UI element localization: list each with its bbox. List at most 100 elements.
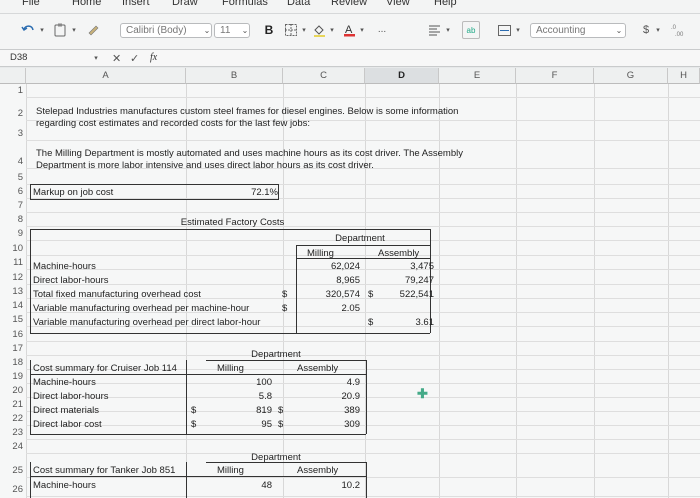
- currency-dropdown-icon[interactable]: ▾: [654, 26, 662, 34]
- cruiser-row-milling[interactable]: 819: [206, 405, 272, 417]
- est-row-assembly[interactable]: 3.61: [370, 317, 435, 329]
- tanker-row-label[interactable]: Machine-hours: [33, 480, 96, 492]
- row-header[interactable]: 12: [0, 272, 26, 283]
- intro-text-2[interactable]: regarding cost estimates and recorded co…: [36, 118, 310, 130]
- est-row-label[interactable]: Variable manufacturing overhead per mach…: [33, 303, 249, 315]
- merge-dropdown-icon[interactable]: ▾: [514, 26, 522, 34]
- est-row-label[interactable]: Direct labor-hours: [33, 275, 109, 287]
- name-box[interactable]: D38: [10, 52, 98, 65]
- row-header[interactable]: 22: [0, 413, 26, 424]
- tab-help[interactable]: Help: [434, 0, 457, 8]
- intro-text-1[interactable]: Stelepad Industries manufactures custom …: [36, 106, 458, 118]
- cruiser-row-assembly[interactable]: 4.9: [290, 377, 360, 389]
- cancel-icon[interactable]: ✕: [112, 52, 121, 65]
- function-icon[interactable]: fx: [150, 52, 157, 63]
- cruiser-row-milling[interactable]: 100: [206, 377, 272, 389]
- est-row-assembly[interactable]: 79,247: [370, 275, 434, 287]
- intro-text-4[interactable]: Department is more labor intensive and u…: [36, 160, 374, 172]
- cruiser-row-label[interactable]: Direct labor cost: [33, 419, 102, 431]
- merge-icon[interactable]: [496, 22, 512, 38]
- est-row-milling[interactable]: 8,965: [296, 275, 360, 287]
- row-header[interactable]: 21: [0, 399, 26, 410]
- borders-icon[interactable]: [284, 23, 298, 37]
- font-color-icon[interactable]: A: [342, 22, 356, 38]
- markup-label[interactable]: Markup on job cost: [33, 187, 113, 199]
- row-header[interactable]: 25: [0, 465, 26, 476]
- tab-view[interactable]: View: [386, 0, 410, 8]
- row-header[interactable]: 7: [0, 200, 26, 211]
- borders-dropdown-icon[interactable]: ▾: [300, 26, 308, 34]
- row-header[interactable]: 16: [0, 329, 26, 340]
- fill-color-icon[interactable]: [312, 22, 326, 38]
- intro-text-3[interactable]: The Milling Department is mostly automat…: [36, 148, 463, 160]
- column-header-c[interactable]: C: [283, 68, 365, 84]
- row-header[interactable]: 2: [0, 108, 26, 119]
- select-all-corner[interactable]: [0, 68, 26, 84]
- row-header[interactable]: 24: [0, 441, 26, 452]
- cruiser-row-label[interactable]: Direct materials: [33, 405, 99, 417]
- font-name-chevron-icon[interactable]: ⌄: [202, 24, 212, 36]
- row-header[interactable]: 9: [0, 228, 26, 239]
- est-row-label[interactable]: Total fixed manufacturing overhead cost: [33, 289, 201, 301]
- tab-home[interactable]: Home: [72, 0, 101, 8]
- row-header[interactable]: 26: [0, 484, 26, 495]
- tab-draw[interactable]: Draw: [172, 0, 198, 8]
- tab-data[interactable]: Data: [287, 0, 310, 8]
- cruiser-row-assembly[interactable]: 389: [290, 405, 360, 417]
- est-row-currency[interactable]: $: [282, 303, 287, 315]
- column-header-b[interactable]: B: [186, 68, 283, 84]
- row-header[interactable]: 23: [0, 427, 26, 438]
- cruiser-row-currency[interactable]: $: [278, 419, 283, 431]
- bold-button[interactable]: B: [262, 22, 276, 38]
- column-header-e[interactable]: E: [439, 68, 516, 84]
- column-header-d[interactable]: D: [365, 68, 439, 84]
- cruiser-row-milling[interactable]: 95: [206, 419, 272, 431]
- font-name-select[interactable]: Calibri (Body): [120, 23, 212, 38]
- tab-insert[interactable]: Insert: [122, 0, 150, 8]
- cruiser-row-assembly[interactable]: 309: [290, 419, 360, 431]
- column-header-h[interactable]: H: [668, 68, 700, 84]
- est-row-milling[interactable]: 62,024: [296, 261, 360, 273]
- row-header[interactable]: 4: [0, 156, 26, 167]
- row-header[interactable]: 3: [0, 128, 26, 139]
- undo-icon[interactable]: [20, 22, 36, 38]
- row-header[interactable]: 10: [0, 243, 26, 254]
- row-header[interactable]: 18: [0, 357, 26, 368]
- column-header-a[interactable]: A: [26, 68, 186, 84]
- est-row-label[interactable]: Machine-hours: [33, 261, 96, 273]
- row-header[interactable]: 15: [0, 314, 26, 325]
- tab-formulas[interactable]: Formulas: [222, 0, 268, 8]
- font-color-dropdown-icon[interactable]: ▾: [358, 26, 366, 34]
- cruiser-row-label[interactable]: Direct labor-hours: [33, 391, 109, 403]
- row-header[interactable]: 5: [0, 172, 26, 183]
- number-format-chevron-icon[interactable]: ⌄: [614, 24, 624, 36]
- undo-dropdown-icon[interactable]: ▾: [38, 26, 46, 34]
- est-row-currency[interactable]: $: [282, 289, 287, 301]
- clipboard-icon[interactable]: [52, 22, 68, 38]
- tanker-row-assembly[interactable]: 10.2: [290, 480, 361, 492]
- row-header[interactable]: 13: [0, 286, 26, 297]
- est-row-milling[interactable]: 320,574: [296, 289, 360, 301]
- row-header[interactable]: 20: [0, 385, 26, 396]
- clipboard-dropdown-icon[interactable]: ▾: [70, 26, 78, 34]
- row-header[interactable]: 11: [0, 257, 26, 268]
- enter-icon[interactable]: ✓: [130, 52, 139, 65]
- cruiser-row-currency[interactable]: $: [278, 405, 283, 417]
- tab-review[interactable]: Review: [331, 0, 367, 8]
- row-header[interactable]: 6: [0, 186, 26, 197]
- tanker-row-milling[interactable]: 48: [206, 480, 272, 492]
- tab-file[interactable]: File: [22, 0, 40, 8]
- est-row-milling[interactable]: 2.05: [296, 303, 361, 315]
- est-row-assembly[interactable]: 522,541: [370, 289, 434, 301]
- decimal-icon[interactable]: .0.00: [668, 22, 690, 38]
- est-row-assembly[interactable]: 3,475: [370, 261, 434, 273]
- row-header[interactable]: 19: [0, 371, 26, 382]
- cruiser-row-currency[interactable]: $: [191, 419, 196, 431]
- row-header[interactable]: 1: [0, 85, 26, 96]
- row-header[interactable]: 17: [0, 343, 26, 354]
- est-department-label[interactable]: Department: [300, 233, 420, 245]
- estimated-title[interactable]: Estimated Factory Costs: [150, 217, 315, 229]
- est-row-label[interactable]: Variable manufacturing overhead per dire…: [33, 317, 260, 329]
- column-header-f[interactable]: F: [516, 68, 594, 84]
- formula-input[interactable]: [172, 52, 692, 65]
